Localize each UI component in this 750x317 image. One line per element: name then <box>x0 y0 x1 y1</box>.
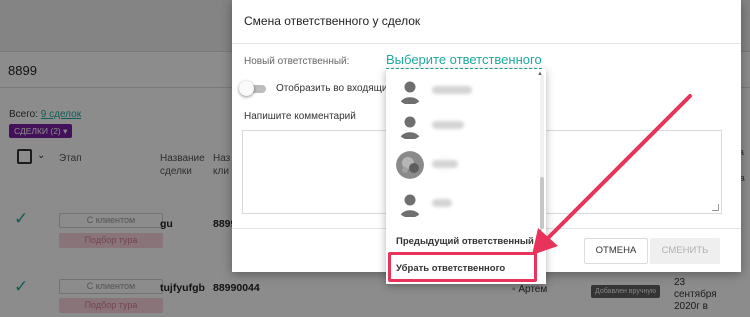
dropdown-scrollbar-thumb[interactable] <box>540 177 544 229</box>
inbox-toggle-knob[interactable] <box>239 81 254 96</box>
user-option-name-blurred <box>432 86 472 94</box>
user-option-name-blurred <box>432 121 464 129</box>
user-photo-avatar <box>396 151 424 179</box>
user-avatar-icon <box>396 77 424 105</box>
cancel-button[interactable]: ОТМЕНА <box>584 238 648 264</box>
new-responsible-label: Новый ответственный: <box>244 56 350 67</box>
scroll-down-icon[interactable]: ▼ <box>537 229 543 235</box>
change-button[interactable]: СМЕНИТЬ <box>650 238 720 264</box>
user-option-name-blurred <box>432 199 452 207</box>
resize-handle-icon[interactable] <box>712 204 719 211</box>
user-avatar-icon <box>396 112 424 140</box>
dialog-title: Смена ответственного у сделок <box>244 14 421 28</box>
inbox-toggle-label: Отобразить во входящих <box>276 83 393 94</box>
user-option[interactable] <box>396 188 526 222</box>
user-option-name-blurred <box>432 160 458 168</box>
user-option[interactable] <box>396 75 526 109</box>
user-option[interactable] <box>396 149 526 183</box>
highlight-box <box>388 252 537 282</box>
responsible-select[interactable]: Выберите ответственного <box>386 52 542 69</box>
user-avatar-icon <box>396 190 424 218</box>
comment-label: Напишите комментарий <box>244 111 356 122</box>
dialog-divider <box>232 43 741 44</box>
scroll-up-icon[interactable]: ▲ <box>537 71 543 77</box>
user-option[interactable] <box>396 110 526 144</box>
previous-responsible-option[interactable]: Предыдущий ответственный <box>396 236 534 247</box>
